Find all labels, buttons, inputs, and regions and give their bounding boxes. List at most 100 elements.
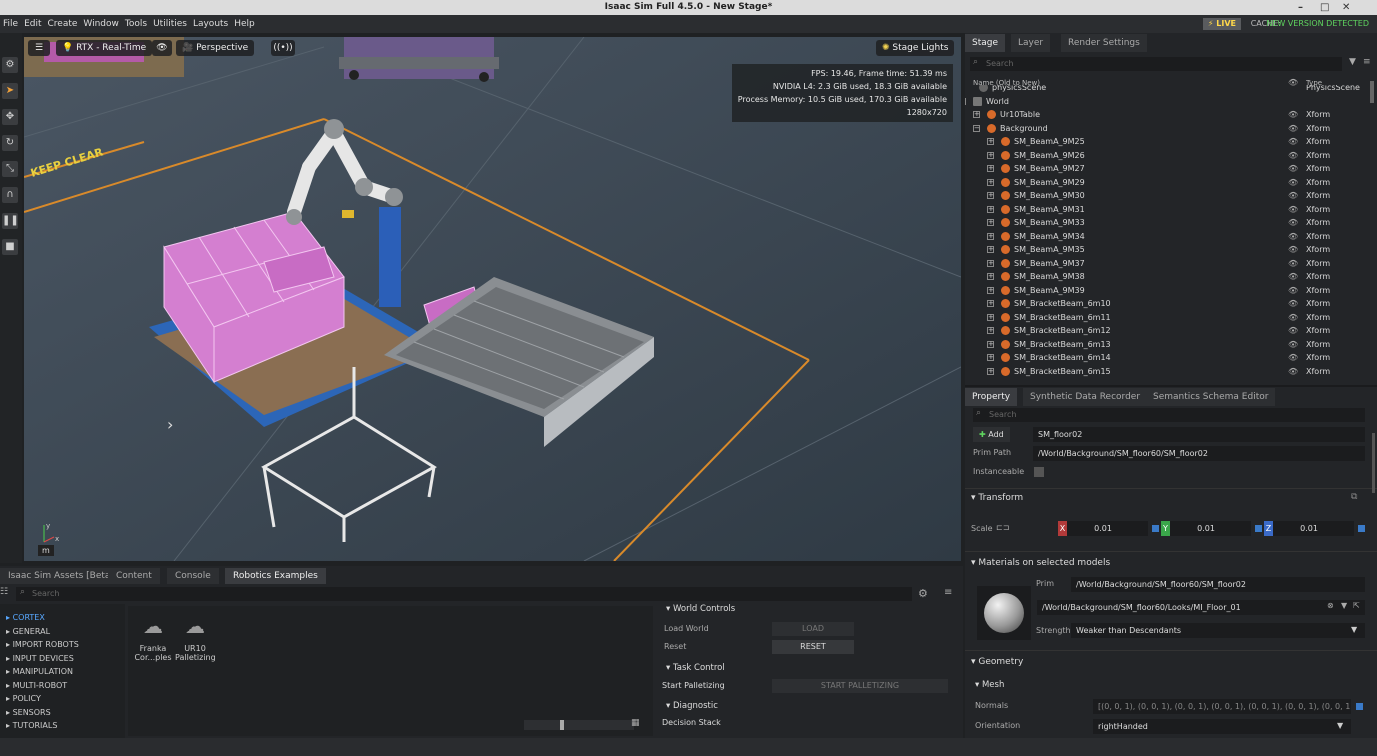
category-multi-robot[interactable]: ▸ MULTI-ROBOT <box>6 681 67 690</box>
instanceable-checkbox[interactable] <box>1034 467 1044 477</box>
geometry-section[interactable]: ▾ Geometry <box>971 657 1023 667</box>
expand-toggle-icon[interactable]: + <box>987 192 994 199</box>
stage-tree-row[interactable]: − World <box>965 95 1377 109</box>
tab-render-settings[interactable]: Render Settings <box>1061 34 1147 52</box>
scale-x-field[interactable]: X 0.01 <box>1058 521 1148 536</box>
world-controls-section[interactable]: ▾ World Controls <box>666 604 735 614</box>
scale-z-field[interactable]: Z 0.01 <box>1264 521 1354 536</box>
stage-tree-row[interactable]: − Background 👁 Xform <box>965 122 1377 136</box>
category-cortex[interactable]: ▸ CORTEX <box>6 613 45 622</box>
tab-content[interactable]: Content <box>108 568 160 584</box>
stage-tree-row[interactable]: physicsScene PhysicsScene <box>965 85 1377 95</box>
rotate-icon[interactable]: ↻ <box>2 135 18 151</box>
viewport[interactable]: KEEP CLEAR › y x ☰ 💡 RTX - Real-Time 👁 🎥… <box>24 37 961 561</box>
example-ur10-palletizing[interactable]: ☁ UR10 Palletizing <box>175 614 216 662</box>
expand-toggle-icon[interactable]: + <box>987 259 994 267</box>
expand-toggle-icon[interactable]: + <box>987 165 994 172</box>
filter-icon[interactable]: ▼ <box>1349 57 1356 67</box>
stage-tree-row[interactable]: + SM_BeamA_9M30 👁 Xform <box>965 189 1377 203</box>
expand-toggle-icon[interactable]: + <box>987 178 994 186</box>
menu-layouts[interactable]: Layouts <box>190 15 231 33</box>
clear-icon[interactable]: ⊗ <box>1327 601 1334 610</box>
pause-icon[interactable]: ❚❚ <box>2 213 19 229</box>
expand-toggle-icon[interactable]: + <box>973 111 980 118</box>
expand-toggle-icon[interactable]: + <box>987 232 994 240</box>
tab-stage[interactable]: Stage <box>965 34 1006 52</box>
grid-view-icon[interactable]: ▦ <box>631 718 640 728</box>
stage-tree-row[interactable]: + SM_BeamA_9M29 👁 Xform <box>965 176 1377 190</box>
broadcast-icon[interactable]: ((•)) <box>271 40 295 56</box>
expand-toggle-icon[interactable]: + <box>987 205 994 213</box>
renderer-button[interactable]: 💡 RTX - Real-Time <box>56 40 153 56</box>
property-scrollbar[interactable] <box>1372 433 1375 493</box>
visibility-eye-icon[interactable]: 👁 <box>1288 162 1298 176</box>
move-icon[interactable]: ✥ <box>2 109 18 125</box>
category-policy[interactable]: ▸ POLICY <box>6 694 41 703</box>
visibility-eye-icon[interactable]: 👁 <box>1288 108 1298 122</box>
visibility-eye-icon[interactable]: 👁 <box>1288 338 1298 352</box>
close-button[interactable]: ✕ <box>1342 0 1350 15</box>
visibility-eye-icon[interactable]: 👁 <box>1288 351 1298 365</box>
stage-tree-row[interactable]: + Ur10Table 👁 Xform <box>965 108 1377 122</box>
visibility-eye-icon[interactable]: 👁 <box>1288 243 1298 257</box>
camera-button[interactable]: 🎥 Perspective <box>176 40 255 56</box>
minimize-button[interactable]: – <box>1298 0 1303 15</box>
tab-robotics-examples[interactable]: Robotics Examples <box>225 568 326 584</box>
visibility-eye-icon[interactable]: 👁 <box>1288 270 1298 284</box>
stage-tree-row[interactable]: + SM_BeamA_9M38 👁 Xform <box>965 270 1377 284</box>
stage-tree-row[interactable]: + SM_BeamA_9M25 👁 Xform <box>965 135 1377 149</box>
expand-toggle-icon[interactable]: + <box>987 246 994 253</box>
expand-toggle-icon[interactable]: + <box>987 273 994 280</box>
visibility-eye-icon[interactable]: 👁 <box>1288 176 1298 190</box>
task-control-section[interactable]: ▾ Task Control <box>666 663 725 673</box>
eye-icon[interactable]: 👁 <box>152 40 172 56</box>
expand-toggle-icon[interactable]: + <box>987 340 994 348</box>
expand-toggle-icon[interactable]: − <box>965 97 966 105</box>
transform-section[interactable]: ▾ Transform <box>971 493 1023 503</box>
stage-tree-row[interactable]: + SM_BracketBeam_6m14 👁 Xform <box>965 351 1377 365</box>
visibility-eye-icon[interactable]: 👁 <box>1288 203 1298 217</box>
reset-button[interactable]: RESET <box>772 640 854 654</box>
expand-toggle-icon[interactable]: + <box>987 367 994 375</box>
tab-synthetic-data-recorder[interactable]: Synthetic Data Recorder <box>1023 388 1148 406</box>
strength-dropdown[interactable]: Weaker than Descendants <box>1071 623 1365 638</box>
dropdown-icon[interactable]: ▼ <box>1341 601 1347 610</box>
prim-path-field[interactable]: /World/Background/SM_floor60/SM_floor02 <box>1033 446 1365 461</box>
stage-tree-row[interactable]: + SM_BracketBeam_6m15 👁 Xform <box>965 365 1377 379</box>
material-path-field[interactable]: /World/Background/SM_floor60/Looks/MI_Fl… <box>1037 600 1365 615</box>
robot-icon[interactable]: ⚙ <box>2 57 18 73</box>
prim-name-field[interactable]: SM_floor02 <box>1033 427 1365 442</box>
expand-toggle-icon[interactable]: − <box>973 124 980 132</box>
expand-toggle-icon[interactable]: + <box>987 354 994 361</box>
examples-search-input[interactable]: Search <box>16 587 912 601</box>
stage-tree-row[interactable]: + SM_BeamA_9M27 👁 Xform <box>965 162 1377 176</box>
menu-window[interactable]: Window <box>80 15 122 33</box>
orientation-dropdown[interactable]: rightHanded <box>1093 719 1351 734</box>
visibility-eye-icon[interactable]: 👁 <box>1288 122 1298 136</box>
zoom-slider[interactable] <box>524 720 634 730</box>
menu-file[interactable]: File <box>0 15 21 33</box>
mesh-section[interactable]: ▾ Mesh <box>975 680 1004 690</box>
stage-tree-row[interactable]: + SM_BracketBeam_6m10 👁 Xform <box>965 297 1377 311</box>
maximize-button[interactable]: □ <box>1320 0 1329 15</box>
visibility-eye-icon[interactable]: 👁 <box>1288 311 1298 325</box>
scale-y-field[interactable]: Y 0.01 <box>1161 521 1251 536</box>
chevron-down-icon[interactable]: ▼ <box>1351 625 1357 634</box>
menu-create[interactable]: Create <box>45 15 81 33</box>
category-import-robots[interactable]: ▸ IMPORT ROBOTS <box>6 640 79 649</box>
settings-gear-icon[interactable]: ⚙ <box>918 587 928 600</box>
materials-section[interactable]: ▾ Materials on selected models <box>971 558 1110 568</box>
visibility-eye-icon[interactable]: 👁 <box>1288 284 1298 298</box>
visibility-eye-icon[interactable]: 👁 <box>1288 230 1298 244</box>
tab-console[interactable]: Console <box>167 568 219 584</box>
visibility-eye-icon[interactable]: 👁 <box>1288 216 1298 230</box>
transform-options-icon[interactable]: ⧉ <box>1351 492 1357 502</box>
menu-utilities[interactable]: Utilities <box>150 15 190 33</box>
example-franka[interactable]: ☁ Franka Cor...ples <box>133 614 173 662</box>
visibility-eye-icon[interactable]: 👁 <box>1288 149 1298 163</box>
list-view-icon[interactable]: ≡ <box>944 587 952 598</box>
select-icon[interactable]: ➤ <box>2 83 18 99</box>
tree-view-icon[interactable]: ☷ <box>0 587 12 601</box>
hamburger-icon[interactable]: ≡ <box>1363 57 1371 67</box>
zoom-slider-handle[interactable] <box>560 720 564 730</box>
